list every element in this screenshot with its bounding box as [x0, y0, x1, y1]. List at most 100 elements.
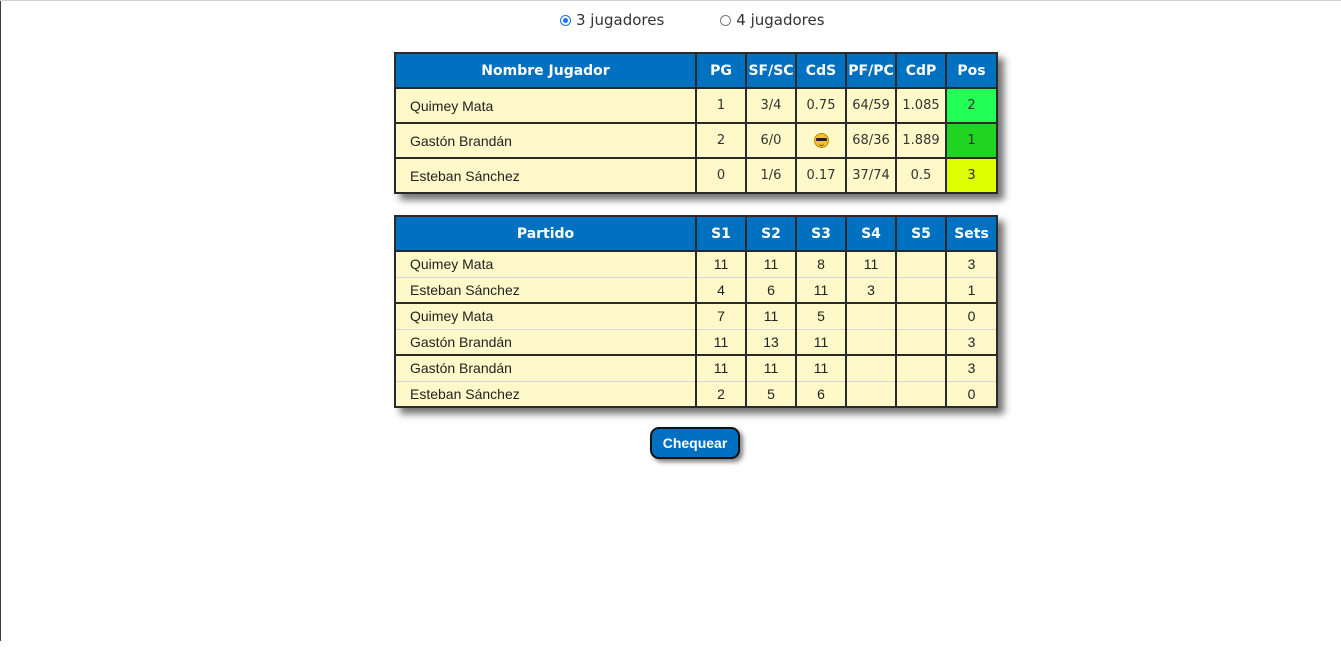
- pg-cell: 0: [695, 157, 747, 194]
- sets-won: 0: [945, 302, 998, 330]
- standings-table: Nombre Jugador PG SF/SC CdS PF/PC CdP Po…: [394, 52, 998, 194]
- smiling-face-with-sunglasses-icon: [813, 133, 829, 148]
- position-cell: 3: [945, 157, 998, 194]
- set-5-score[interactable]: [895, 250, 947, 278]
- player-name: Esteban Sánchez: [394, 157, 697, 194]
- match-row: Gastón Brandán 11 13 11 3: [394, 328, 998, 356]
- check-button[interactable]: Chequear: [650, 427, 740, 459]
- header-pos: Pos: [945, 52, 998, 89]
- pf-pc-cell: 64/59: [845, 87, 897, 124]
- sets-won: 0: [945, 380, 998, 408]
- cds-cell: [795, 122, 847, 159]
- radio-4-players[interactable]: 4 jugadores: [720, 11, 825, 29]
- set-3-score[interactable]: 11: [795, 276, 847, 304]
- radio-button-3-players[interactable]: [560, 14, 571, 26]
- match-row: Esteban Sánchez 2 5 6 0: [394, 380, 998, 408]
- set-2-score[interactable]: 5: [745, 380, 797, 408]
- match-player-name: Gastón Brandán: [394, 354, 697, 382]
- window-top-border: [0, 0, 1341, 1]
- set-3-score[interactable]: 6: [795, 380, 847, 408]
- header-s2: S2: [745, 215, 797, 252]
- sets-won: 3: [945, 328, 998, 356]
- cds-cell: 0.17: [795, 157, 847, 194]
- set-2-score[interactable]: 6: [745, 276, 797, 304]
- header-player-name: Nombre Jugador: [394, 52, 697, 89]
- player-name: Quimey Mata: [394, 87, 697, 124]
- set-5-score[interactable]: [895, 302, 947, 330]
- pg-cell: 2: [695, 122, 747, 159]
- header-cdp: CdP: [895, 52, 947, 89]
- cdp-cell: 0.5: [895, 157, 947, 194]
- match-player-name: Esteban Sánchez: [394, 276, 697, 304]
- pf-pc-cell: 68/36: [845, 122, 897, 159]
- player-name: Gastón Brandán: [394, 122, 697, 159]
- sets-won: 3: [945, 354, 998, 382]
- sets-won: 1: [945, 276, 998, 304]
- header-cds: CdS: [795, 52, 847, 89]
- match-player-name: Quimey Mata: [394, 250, 697, 278]
- match-row: Esteban Sánchez 4 6 11 3 1: [394, 276, 998, 304]
- pg-cell: 1: [695, 87, 747, 124]
- header-s3: S3: [795, 215, 847, 252]
- set-5-score[interactable]: [895, 276, 947, 304]
- set-2-score[interactable]: 13: [745, 328, 797, 356]
- sets-won: 3: [945, 250, 998, 278]
- radio-label-4-players: 4 jugadores: [736, 11, 825, 29]
- standings-row: Gastón Brandán 2 6/0 68/36 1.889 1: [394, 122, 998, 159]
- set-5-score[interactable]: [895, 354, 947, 382]
- match-player-name: Gastón Brandán: [394, 328, 697, 356]
- set-1-score[interactable]: 11: [695, 354, 747, 382]
- set-1-score[interactable]: 11: [695, 328, 747, 356]
- set-1-score[interactable]: 4: [695, 276, 747, 304]
- set-2-score[interactable]: 11: [745, 250, 797, 278]
- set-4-score[interactable]: [845, 380, 897, 408]
- cds-cell: 0.75: [795, 87, 847, 124]
- set-2-score[interactable]: 11: [745, 302, 797, 330]
- standings-row: Esteban Sánchez 0 1/6 0.17 37/74 0.5 3: [394, 157, 998, 194]
- set-2-score[interactable]: 11: [745, 354, 797, 382]
- set-3-score[interactable]: 8: [795, 250, 847, 278]
- set-3-score[interactable]: 5: [795, 302, 847, 330]
- header-s4: S4: [845, 215, 897, 252]
- set-4-score[interactable]: 3: [845, 276, 897, 304]
- sf-sc-cell: 6/0: [745, 122, 797, 159]
- position-cell: 1: [945, 122, 998, 159]
- radio-3-players[interactable]: 3 jugadores: [560, 11, 664, 29]
- set-3-score[interactable]: 11: [795, 328, 847, 356]
- match-player-name: Esteban Sánchez: [394, 380, 697, 408]
- header-sf-sc: SF/SC: [745, 52, 797, 89]
- header-sets: Sets: [945, 215, 998, 252]
- header-pg: PG: [695, 52, 747, 89]
- set-4-score[interactable]: [845, 302, 897, 330]
- standings-header-row: Nombre Jugador PG SF/SC CdS PF/PC CdP Po…: [394, 52, 998, 89]
- set-5-score[interactable]: [895, 328, 947, 356]
- header-s5: S5: [895, 215, 947, 252]
- radio-button-4-players[interactable]: [720, 14, 732, 26]
- set-4-score[interactable]: [845, 354, 897, 382]
- cdp-cell: 1.085: [895, 87, 947, 124]
- sf-sc-cell: 3/4: [745, 87, 797, 124]
- pf-pc-cell: 37/74: [845, 157, 897, 194]
- standings-row: Quimey Mata 1 3/4 0.75 64/59 1.085 2: [394, 87, 998, 124]
- set-1-score[interactable]: 11: [695, 250, 747, 278]
- radio-label-3-players: 3 jugadores: [576, 11, 665, 29]
- header-s1: S1: [695, 215, 747, 252]
- matches-table: Partido S1 S2 S3 S4 S5 Sets Quimey Mata …: [394, 215, 998, 408]
- player-count-selector: 3 jugadores 4 jugadores: [560, 10, 825, 30]
- match-row: Quimey Mata 11 11 8 11 3: [394, 250, 998, 278]
- set-1-score[interactable]: 7: [695, 302, 747, 330]
- set-4-score[interactable]: 11: [845, 250, 897, 278]
- match-player-name: Quimey Mata: [394, 302, 697, 330]
- header-pf-pc: PF/PC: [845, 52, 897, 89]
- set-3-score[interactable]: 11: [795, 354, 847, 382]
- match-row: Quimey Mata 7 11 5 0: [394, 302, 998, 330]
- window-left-border: [0, 0, 1, 641]
- set-4-score[interactable]: [845, 328, 897, 356]
- set-5-score[interactable]: [895, 380, 947, 408]
- matches-header-row: Partido S1 S2 S3 S4 S5 Sets: [394, 215, 998, 252]
- match-row: Gastón Brandán 11 11 11 3: [394, 354, 998, 382]
- cdp-cell: 1.889: [895, 122, 947, 159]
- sf-sc-cell: 1/6: [745, 157, 797, 194]
- position-cell: 2: [945, 87, 998, 124]
- set-1-score[interactable]: 2: [695, 380, 747, 408]
